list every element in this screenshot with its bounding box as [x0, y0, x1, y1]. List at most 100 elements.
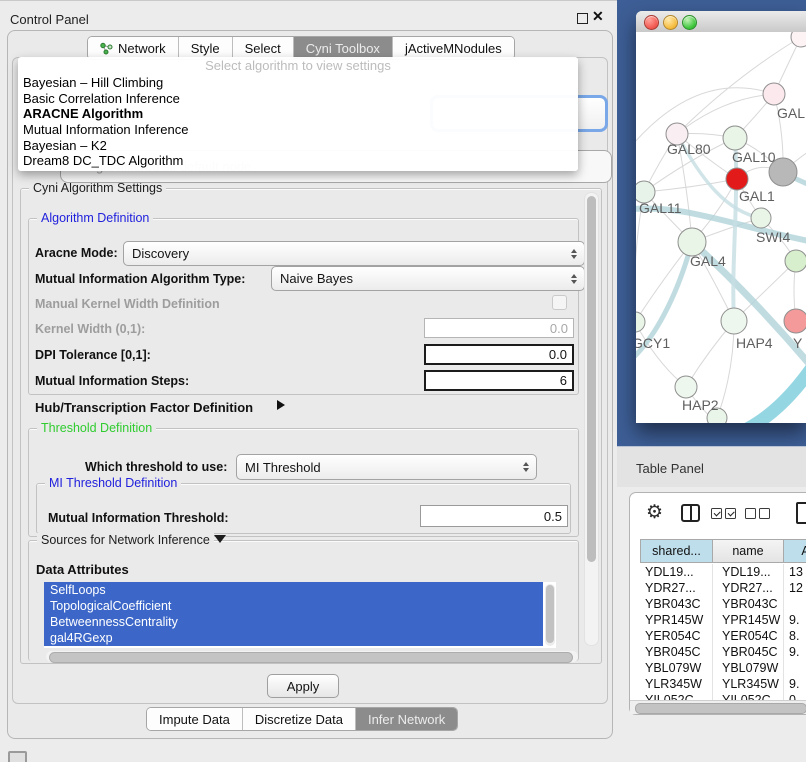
- collapse-down-icon[interactable]: [214, 535, 226, 543]
- tab-label: Network: [118, 41, 166, 56]
- table-cell: 9.: [784, 644, 806, 660]
- hub-section-label[interactable]: Hub/Transcription Factor Definition: [35, 400, 253, 415]
- table-toolbar: ⚙: [630, 493, 806, 537]
- mi-steps-field[interactable]: 6: [424, 370, 574, 391]
- zoom-traffic-light-icon[interactable]: [682, 15, 697, 30]
- network-node[interactable]: [791, 32, 806, 47]
- bottom-tab-impute-data[interactable]: Impute Data: [147, 708, 242, 730]
- network-node[interactable]: [723, 126, 747, 150]
- tab-network[interactable]: Network: [88, 37, 178, 59]
- network-node[interactable]: [636, 312, 645, 332]
- network-node[interactable]: [763, 83, 785, 105]
- network-node[interactable]: [784, 309, 806, 333]
- close-traffic-light-icon[interactable]: [644, 15, 659, 30]
- dropdown-item-basic-correlation-inference[interactable]: Basic Correlation Inference: [18, 91, 578, 107]
- table-row[interactable]: YPR145WYPR145W9.: [640, 612, 806, 628]
- apply-button[interactable]: Apply: [267, 674, 339, 698]
- dropdown-item-mutual-information-inference[interactable]: Mutual Information Inference: [18, 122, 578, 138]
- dropdown-item-aracne-algorithm[interactable]: ARACNE Algorithm: [18, 106, 578, 122]
- table-row[interactable]: YLR345WYLR345W9.: [640, 676, 806, 692]
- column-header-name[interactable]: name: [713, 539, 784, 563]
- settings-vertical-scrollbar[interactable]: [584, 192, 599, 646]
- dropdown-item-bayesian-k2[interactable]: Bayesian – K2: [18, 138, 578, 154]
- table-row[interactable]: YER054CYER054C8.: [640, 628, 806, 644]
- corner-chip-icon[interactable]: [8, 751, 27, 762]
- file-icon[interactable]: [796, 502, 806, 524]
- settings-horizontal-scrollbar[interactable]: [46, 651, 578, 662]
- attribute-item-selfloops[interactable]: SelfLoops: [44, 582, 543, 598]
- split-columns-icon[interactable]: [681, 504, 700, 522]
- network-node[interactable]: [675, 376, 697, 398]
- node-label-gcy1: GCY1: [636, 335, 670, 351]
- bottom-tab-discretize-data[interactable]: Discretize Data: [242, 708, 355, 730]
- table-cell: YBL079W: [640, 660, 713, 676]
- mi-threshold-label: Mutual Information Threshold:: [48, 511, 229, 525]
- scrollbar-thumb[interactable]: [49, 652, 573, 663]
- attribute-item-gal4rgexp[interactable]: gal4RGexp: [44, 630, 543, 646]
- kernel-width-value: 0.0: [550, 321, 568, 336]
- gear-icon[interactable]: ⚙: [646, 501, 663, 524]
- algorithm-dropdown-popup: Select algorithm to view settings Bayesi…: [18, 57, 578, 171]
- network-window[interactable]: GALGAL80GAL10GAL1GAL11SWI4GAL4GCY1HAP4YH…: [636, 11, 806, 423]
- manual-kernel-checkbox[interactable]: [552, 295, 567, 310]
- bottom-tab-infer-network[interactable]: Infer Network: [355, 708, 457, 730]
- unchecked-box-icon[interactable]: [745, 508, 756, 519]
- network-window-titlebar[interactable]: [636, 11, 806, 33]
- table-horizontal-scrollbar[interactable]: [630, 700, 806, 714]
- attributes-scrollbar[interactable]: [545, 584, 555, 646]
- tab-jactivemnodules[interactable]: jActiveMNodules: [392, 37, 514, 59]
- network-node[interactable]: [726, 168, 748, 190]
- minimize-traffic-light-icon[interactable]: [663, 15, 678, 30]
- dropdown-item-dream8-dc-tdc-algorithm[interactable]: Dream8 DC_TDC Algorithm: [18, 153, 578, 169]
- network-node[interactable]: [678, 228, 706, 256]
- network-node[interactable]: [721, 308, 747, 334]
- dpi-tolerance-value: 0.0: [549, 347, 567, 362]
- table-cell: 8.: [784, 628, 806, 644]
- network-nodes[interactable]: [636, 32, 806, 423]
- kernel-width-field[interactable]: 0.0: [424, 318, 574, 338]
- column-header-clipped[interactable]: A: [784, 539, 806, 563]
- unchecked-box-icon[interactable]: [759, 508, 770, 519]
- table-row[interactable]: YDL19...YDL19...13: [640, 564, 806, 580]
- mi-threshold-field[interactable]: 0.5: [420, 505, 568, 527]
- mi-threshold-definition-title: MI Threshold Definition: [45, 476, 181, 490]
- network-node-labels: GALGAL80GAL10GAL1GAL11SWI4GAL4GCY1HAP4YH…: [636, 105, 805, 413]
- dropdown-item-bayesian-hill-climbing[interactable]: Bayesian – Hill Climbing: [18, 75, 578, 91]
- algorithm-dropdown-items: Bayesian – Hill ClimbingBasic Correlatio…: [18, 75, 578, 169]
- scrollbar-thumb[interactable]: [587, 196, 596, 562]
- scrollbar-thumb[interactable]: [546, 585, 554, 643]
- aracne-mode-combo[interactable]: Discovery: [123, 241, 585, 266]
- network-node[interactable]: [785, 250, 806, 272]
- checked-box-icon[interactable]: [725, 508, 736, 519]
- node-label-gal: GAL: [777, 105, 805, 121]
- which-threshold-combo[interactable]: MI Threshold: [236, 454, 537, 480]
- table-row[interactable]: YDR27...YDR27...12: [640, 580, 806, 596]
- table-cell: YDR27...: [713, 580, 784, 596]
- network-canvas[interactable]: GALGAL80GAL10GAL1GAL11SWI4GAL4GCY1HAP4YH…: [636, 32, 806, 423]
- table-row[interactable]: YBL079WYBL079W: [640, 660, 806, 676]
- tab-select[interactable]: Select: [232, 37, 293, 59]
- attribute-item-topologicalcoefficient[interactable]: TopologicalCoefficient: [44, 598, 543, 614]
- table-row[interactable]: YBR043CYBR043C: [640, 596, 806, 612]
- aracne-mode-value: Discovery: [132, 246, 189, 261]
- column-header-shared-name[interactable]: shared...: [640, 539, 713, 563]
- attribute-item-betweennesscentrality[interactable]: BetweennessCentrality: [44, 614, 543, 630]
- table-row[interactable]: YBR045CYBR045C9.: [640, 644, 806, 660]
- tab-style[interactable]: Style: [178, 37, 232, 59]
- data-attributes-list[interactable]: SelfLoopsTopologicalCoefficientBetweenne…: [44, 582, 556, 648]
- mi-type-combo[interactable]: Naive Bayes: [271, 266, 585, 291]
- algorithm-dropdown-placeholder: Select algorithm to view settings: [18, 57, 578, 75]
- scrollbar-thumb[interactable]: [635, 703, 806, 714]
- network-node[interactable]: [751, 208, 771, 228]
- tab-cyni-toolbox[interactable]: Cyni Toolbox: [293, 37, 392, 59]
- dpi-tolerance-field[interactable]: 0.0: [424, 344, 574, 365]
- expand-right-icon[interactable]: [277, 400, 285, 410]
- sources-title[interactable]: Sources for Network Inference: [37, 533, 214, 547]
- network-graph: GALGAL80GAL10GAL1GAL11SWI4GAL4GCY1HAP4YH…: [636, 32, 806, 423]
- table-cell: [784, 660, 806, 676]
- table-cell: YPR145W: [640, 612, 713, 628]
- close-icon[interactable]: ✕: [592, 8, 604, 25]
- checked-box-icon[interactable]: [711, 508, 722, 519]
- table-cell: YDL19...: [640, 564, 713, 580]
- float-window-icon[interactable]: [577, 13, 588, 24]
